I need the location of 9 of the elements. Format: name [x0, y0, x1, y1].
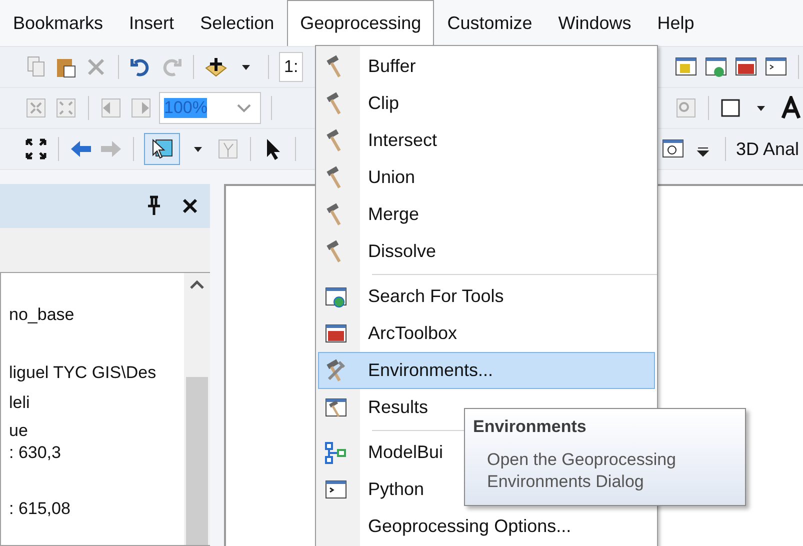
property-text: liguel TYC GIS\Des [9, 363, 158, 383]
property-text: ue [9, 421, 29, 441]
property-text: no_base [9, 305, 76, 325]
property-text: : 630,3 [9, 443, 62, 463]
tooltip-description: Open the Geoprocessing Environments Dialog [486, 449, 678, 494]
toolbar-label: 3D Anal [736, 138, 800, 160]
property-text: : 615,08 [9, 499, 72, 519]
tooltip-title: Environments [473, 417, 588, 437]
property-text: leli [9, 393, 31, 413]
